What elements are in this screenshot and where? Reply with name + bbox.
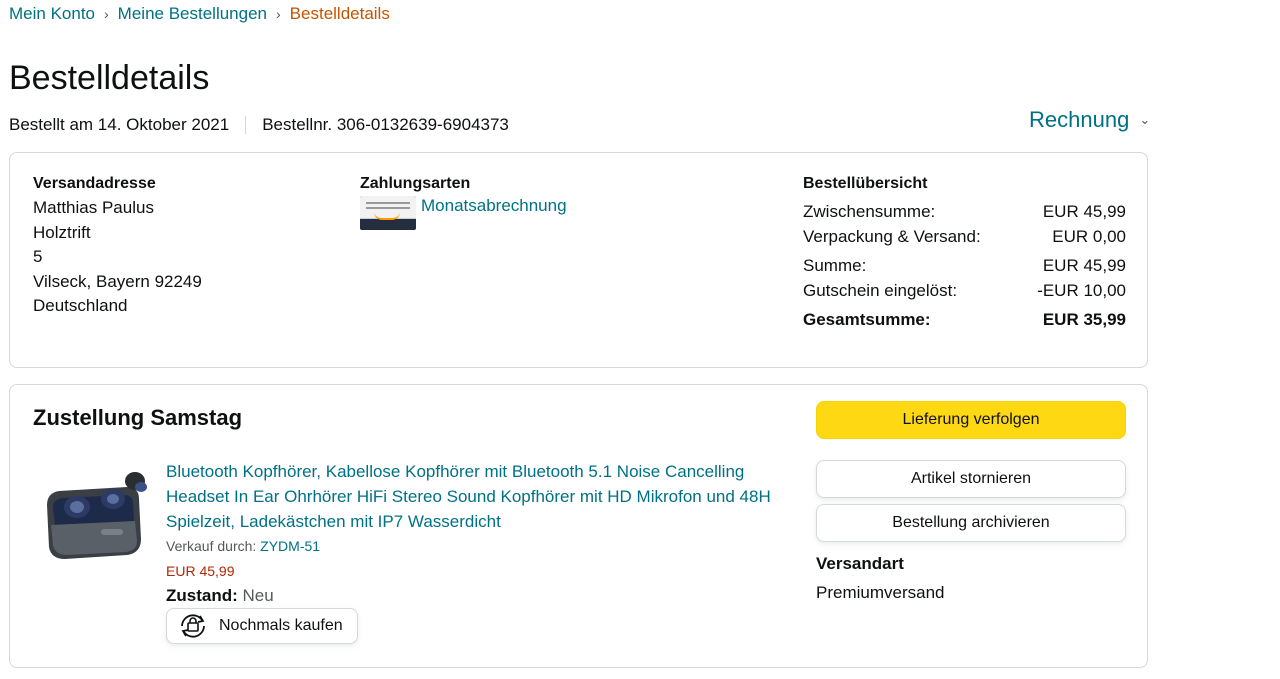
seller-link[interactable]: ZYDM-51 [260, 538, 320, 554]
shipping-method-label: Versandart [816, 554, 904, 573]
summary-value: EUR 45,99 [1042, 256, 1126, 276]
payment-method-link[interactable]: Monatsabrechnung [421, 196, 567, 216]
address-line: Vilseck, Bayern 92249 [33, 271, 202, 291]
order-info-box: Versandadresse Matthias Paulus Holztrift… [9, 152, 1148, 368]
buy-again-button[interactable]: Nochmals kaufen [166, 608, 358, 644]
breadcrumb-current: Bestelldetails [289, 4, 390, 23]
delivery-box: Zustellung Samstag Bluetooth Kopfhörer, … [9, 384, 1148, 668]
summary-label: Zwischensumme: [803, 202, 936, 221]
divider [245, 116, 247, 134]
summary-total-row: Gesamtsumme: EUR 35,99 [803, 308, 1126, 333]
summary-label: Gutschein eingelöst: [803, 280, 958, 300]
condition-label: Zustand: [166, 586, 238, 605]
order-date: Bestellt am 14. Oktober 2021 [9, 115, 230, 134]
seller-label: Verkauf durch: [166, 538, 257, 554]
product-image[interactable] [43, 469, 151, 563]
summary-total-label: Gesamtsumme: [803, 310, 931, 330]
summary-label: Summe: [803, 256, 867, 276]
breadcrumb-my-account[interactable]: Mein Konto [9, 4, 95, 24]
shipping-method-value: Premiumversand [816, 583, 945, 602]
address-line: Deutschland [33, 296, 128, 316]
address-line: Matthias Paulus [33, 198, 154, 217]
breadcrumb: Mein Konto › Meine Bestellungen › Bestel… [9, 4, 390, 24]
summary-value: EUR 45,99 [1042, 202, 1126, 221]
payment-method-row: Monatsabrechnung [360, 196, 567, 230]
summary-heading: Bestellübersicht [803, 175, 928, 192]
summary-row: Summe: EUR 45,99 [803, 254, 1126, 279]
summary-row: Gutschein eingelöst: -EUR 10,00 [803, 279, 1126, 304]
breadcrumb-my-orders[interactable]: Meine Bestellungen [118, 4, 267, 24]
product-title-link[interactable]: Bluetooth Kopfhörer, Kabellose Kopfhörer… [166, 460, 786, 534]
payment-card-icon [360, 196, 416, 230]
order-meta: Bestellt am 14. Oktober 2021 Bestellnr. … [9, 115, 509, 135]
breadcrumb-chevron-icon: › [104, 6, 109, 22]
payment-heading: Zahlungsarten [360, 175, 471, 192]
condition-value: Neu [242, 586, 274, 605]
summary-row: Zwischensumme: EUR 45,99 [803, 200, 1126, 225]
cancel-item-button[interactable]: Artikel stornieren [816, 460, 1126, 498]
summary-value: EUR 0,00 [1052, 226, 1126, 246]
buy-again-icon [181, 614, 205, 638]
shipping-address: Versandadresse Matthias Paulus Holztrift… [33, 174, 202, 319]
payment-methods: Zahlungsarten Monatsabrechnung [360, 174, 567, 230]
breadcrumb-chevron-icon: › [276, 6, 281, 22]
order-summary: Bestellübersicht Zwischensumme: EUR 45,9… [803, 174, 1126, 333]
chevron-down-icon: ⌄ [1139, 112, 1151, 127]
page-title: Bestelldetails [9, 59, 210, 97]
delivery-title: Zustellung Samstag [33, 405, 243, 430]
invoice-label: Rechnung [1029, 107, 1130, 132]
summary-value: -EUR 10,00 [1037, 280, 1126, 300]
order-number: Bestellnr. 306-0132639-6904373 [262, 115, 509, 134]
seller-info: Verkauf durch: ZYDM-51 [166, 538, 320, 554]
product-condition: Zustand: Neu [166, 586, 274, 606]
track-delivery-button[interactable]: Lieferung verfolgen [816, 401, 1126, 439]
summary-label: Verpackung & Versand: [803, 226, 981, 246]
buy-again-label: Nochmals kaufen [219, 617, 343, 634]
summary-row: Verpackung & Versand: EUR 0,00 [803, 225, 1126, 250]
summary-total-value: EUR 35,99 [1042, 310, 1126, 330]
product-price: EUR 45,99 [166, 563, 235, 579]
archive-order-button[interactable]: Bestellung archivieren [816, 504, 1126, 542]
address-line: Holztrift [33, 222, 91, 242]
address-line: 5 [33, 247, 43, 267]
address-heading: Versandadresse [33, 175, 156, 192]
invoice-dropdown[interactable]: Rechnung ⌄ [1029, 107, 1150, 133]
